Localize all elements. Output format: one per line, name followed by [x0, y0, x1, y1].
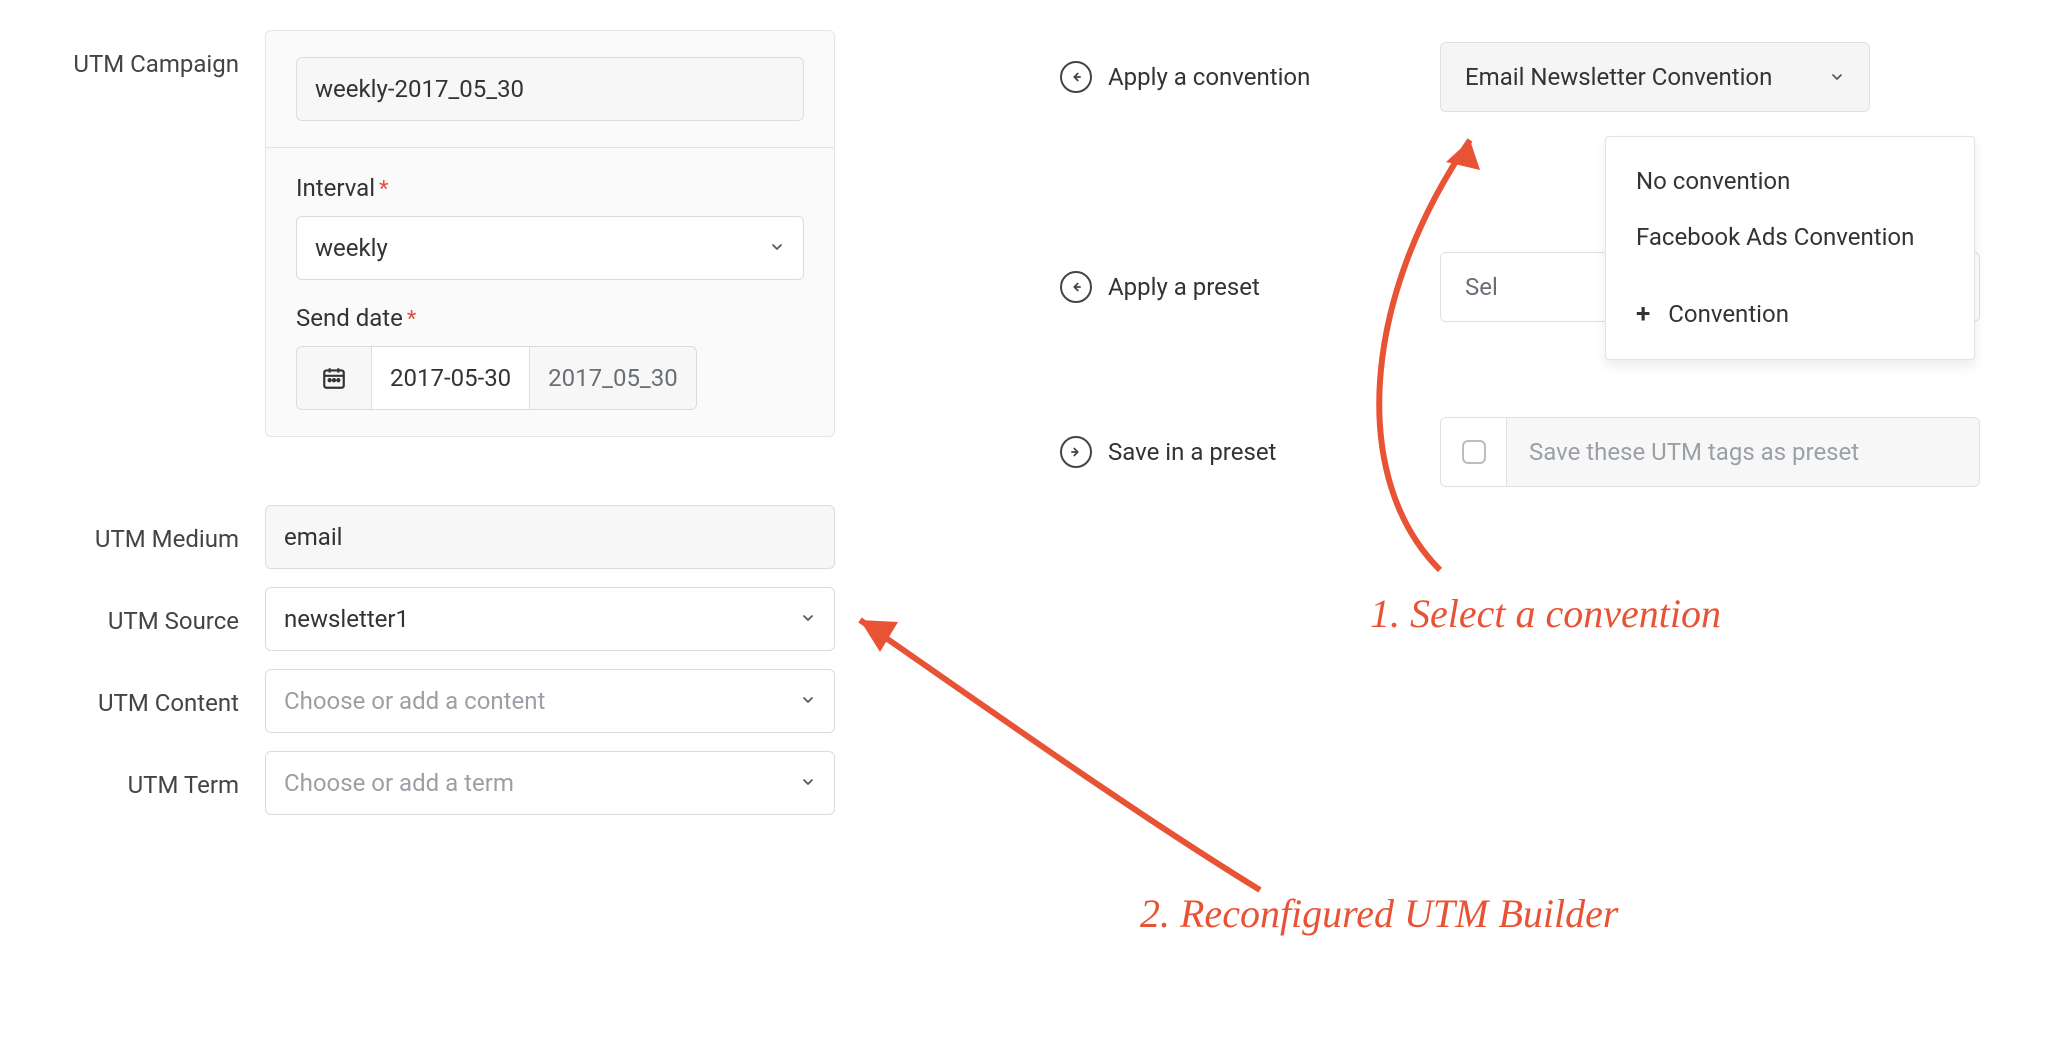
annotation-arrow-2	[830, 590, 1290, 910]
send-date-input-group: 2017-05-30 2017_05_30	[296, 346, 804, 410]
apply-convention-label: Apply a convention	[1108, 63, 1310, 91]
utm-builder-form: UTM Campaign weekly-2017_05_30 Interval*…	[25, 30, 895, 815]
convention-dropdown: No convention Facebook Ads Convention + …	[1605, 136, 1975, 360]
chevron-down-icon	[1829, 63, 1845, 91]
utm-content-select[interactable]: Choose or add a content	[265, 669, 835, 733]
utm-term-placeholder: Choose or add a term	[284, 769, 514, 797]
annotation-arrow-1	[1320, 120, 1540, 580]
utm-campaign-value: weekly-2017_05_30	[296, 57, 804, 121]
convention-settings: Apply a convention Email Newsletter Conv…	[1060, 30, 2020, 487]
utm-term-label: UTM Term	[25, 751, 265, 815]
save-preset-input[interactable]: Save these UTM tags as preset	[1506, 417, 1980, 487]
utm-term-select[interactable]: Choose or add a term	[265, 751, 835, 815]
add-convention-label: Convention	[1668, 300, 1789, 328]
convention-selected-value: Email Newsletter Convention	[1465, 63, 1772, 91]
convention-option-none[interactable]: No convention	[1606, 153, 1974, 209]
utm-medium-label: UTM Medium	[25, 505, 265, 569]
interval-value: weekly	[315, 234, 388, 262]
chevron-down-icon	[769, 236, 785, 260]
plus-icon: +	[1636, 299, 1650, 329]
chevron-down-icon	[800, 607, 816, 631]
utm-content-placeholder: Choose or add a content	[284, 687, 545, 715]
utm-medium-value: email	[265, 505, 835, 569]
chevron-down-icon	[800, 771, 816, 795]
send-date-formatted: 2017_05_30	[530, 346, 697, 410]
add-convention-button[interactable]: + Convention	[1606, 285, 1974, 343]
arrow-right-circle-icon	[1060, 436, 1092, 468]
convention-select[interactable]: Email Newsletter Convention	[1440, 42, 1870, 112]
utm-source-value: newsletter1	[284, 605, 409, 633]
utm-content-label: UTM Content	[25, 669, 265, 733]
interval-select[interactable]: weekly	[296, 216, 804, 280]
annotation-step1: 1. Select a convention	[1370, 590, 1721, 637]
calendar-icon[interactable]	[296, 346, 372, 410]
send-date-label: Send date*	[296, 304, 804, 332]
convention-option-facebook[interactable]: Facebook Ads Convention	[1606, 209, 1974, 265]
send-date-value[interactable]: 2017-05-30	[372, 346, 530, 410]
apply-preset-label: Apply a preset	[1108, 273, 1260, 301]
chevron-down-icon	[800, 689, 816, 713]
required-mark: *	[407, 307, 416, 332]
arrow-left-circle-icon	[1060, 271, 1092, 303]
interval-label: Interval*	[296, 174, 804, 202]
utm-source-label: UTM Source	[25, 587, 265, 651]
arrow-left-circle-icon	[1060, 61, 1092, 93]
utm-source-select[interactable]: newsletter1	[265, 587, 835, 651]
save-preset-label: Save in a preset	[1108, 438, 1276, 466]
required-mark: *	[379, 177, 388, 202]
utm-campaign-card: weekly-2017_05_30 Interval* weekly Send …	[265, 30, 835, 437]
utm-campaign-label: UTM Campaign	[25, 30, 265, 437]
